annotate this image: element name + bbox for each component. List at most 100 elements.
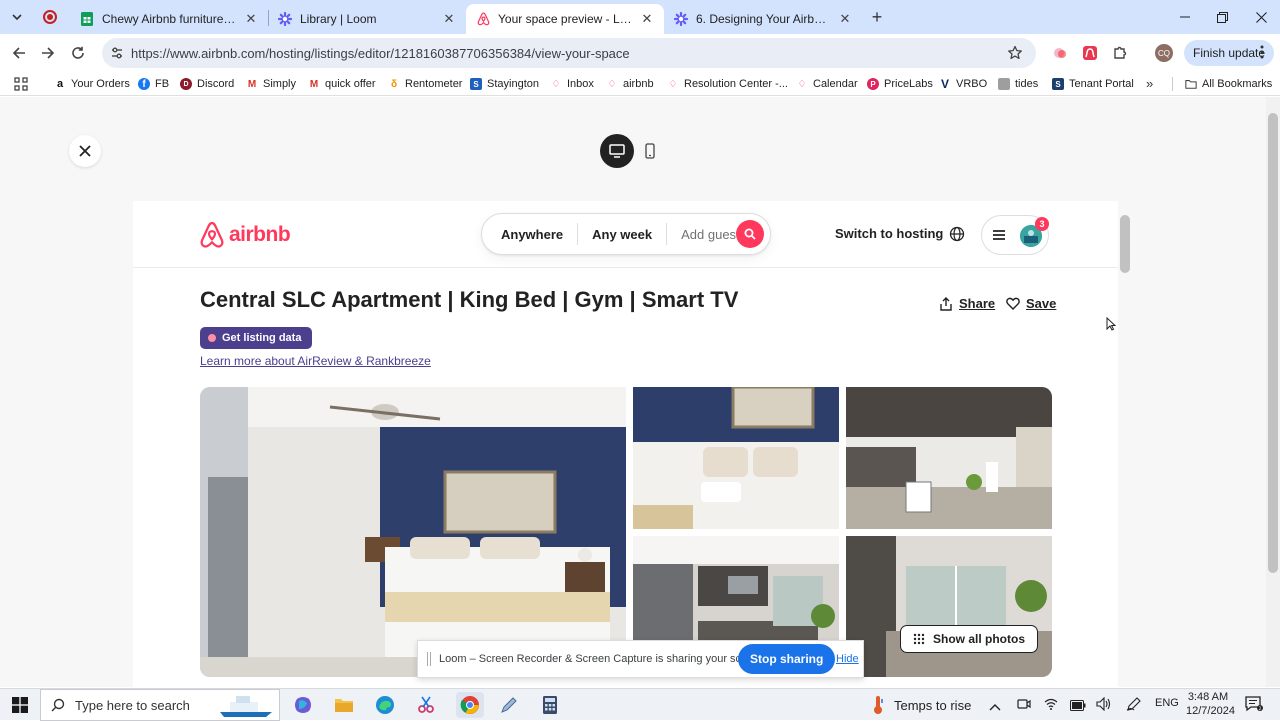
bookmark-tenant-portal[interactable]: S Tenant Portal <box>1052 75 1134 93</box>
bookmark-label: quick offer <box>325 78 376 90</box>
minimize-window-button[interactable] <box>1170 6 1200 28</box>
copilot-icon[interactable] <box>292 694 314 716</box>
wifi-icon[interactable] <box>1044 697 1058 716</box>
snipping-tool-icon[interactable] <box>415 694 437 716</box>
search-any-week[interactable]: Any week <box>578 227 666 242</box>
tab-loom-library[interactable]: Library | Loom ✕ <box>268 4 466 34</box>
listing-photo-bedroom[interactable] <box>200 387 626 677</box>
hide-sharing-bar-link[interactable]: Hide <box>836 653 859 665</box>
share-button[interactable]: Share <box>939 296 995 311</box>
stop-sharing-button[interactable]: Stop sharing <box>738 644 836 674</box>
kebab-menu-icon[interactable] <box>1260 45 1266 61</box>
bookmark-simply[interactable]: M Simply <box>246 75 296 93</box>
get-listing-data-button[interactable]: Get listing data <box>200 327 313 349</box>
bookmark-quick-offer[interactable]: Mquick offer <box>308 75 376 93</box>
pen-app-icon[interactable] <box>498 694 520 716</box>
all-bookmarks-folder[interactable]: All Bookmarks <box>1185 75 1272 93</box>
search-submit-button[interactable] <box>736 220 764 248</box>
tab-title: 6. Designing Your Airbnb for Success <box>696 12 830 26</box>
close-window-button[interactable] <box>1246 6 1276 28</box>
address-bar[interactable]: https://www.airbnb.com/hosting/listings/… <box>102 38 1036 68</box>
reload-button[interactable] <box>66 41 90 65</box>
site-info-icon[interactable] <box>110 46 124 60</box>
back-button[interactable] <box>7 41 31 65</box>
hamburger-menu-icon <box>992 228 1006 242</box>
tab-airbnb-preview[interactable]: Your space preview - Listing editor ✕ <box>466 4 664 34</box>
bookmark-stayington[interactable]: S Stayington <box>470 75 539 93</box>
edge-browser-icon[interactable] <box>374 694 396 716</box>
bookmark-inbox[interactable]: ♢ Inbox <box>550 75 594 93</box>
listing-title: Central SLC Apartment | King Bed | Gym |… <box>200 287 739 312</box>
listing-photo-kitchen[interactable] <box>846 387 1052 529</box>
save-button[interactable]: Save <box>1006 296 1056 311</box>
volume-icon[interactable] <box>1096 696 1112 716</box>
bookmark-calendar[interactable]: ♢ Calendar <box>796 75 858 93</box>
notification-center-icon[interactable]: 2 <box>1245 696 1263 717</box>
forward-button[interactable] <box>36 41 60 65</box>
loom-icon <box>674 12 688 26</box>
preview-scrollbar[interactable] <box>1118 201 1132 687</box>
tab-title: Your space preview - Listing editor <box>498 12 632 26</box>
page-scrollbar[interactable] <box>1266 97 1280 687</box>
bookmark-star-icon[interactable] <box>1007 45 1023 61</box>
chrome-browser-icon[interactable] <box>456 692 484 718</box>
folder-icon <box>1185 78 1197 90</box>
bookmark-pricelabs[interactable]: P PriceLabs <box>867 75 933 93</box>
airbnb-logo[interactable]: airbnb <box>199 221 291 249</box>
clock[interactable]: 3:48 AM 12/7/2024 <box>1186 690 1235 718</box>
tab-search-dropdown-button[interactable] <box>6 7 28 27</box>
page-scrollbar-thumb[interactable] <box>1268 113 1278 573</box>
bookmark-fb[interactable]: f FB <box>138 75 169 93</box>
amazon-icon: a <box>56 78 64 90</box>
bookmark-vrbo[interactable]: V VRBO <box>939 75 987 93</box>
bookmark-airbnb[interactable]: ♢ airbnb <box>606 75 654 93</box>
drag-handle-icon[interactable] <box>427 652 431 666</box>
bookmark-rentometer[interactable]: δ Rentometer <box>388 75 463 93</box>
listing-preview-frame: airbnb Anywhere Any week Add guests Swit… <box>133 201 1118 687</box>
pen-workspace-icon[interactable] <box>1126 697 1142 716</box>
language-indicator[interactable]: ENG <box>1155 697 1179 709</box>
bookmark-resolution-center[interactable]: ♢ Resolution Center -... <box>667 75 788 93</box>
url-text: https://www.airbnb.com/hosting/listings/… <box>131 45 630 61</box>
more-bookmarks-chevron-icon[interactable]: » <box>1146 76 1153 91</box>
tab-close-icon[interactable]: ✕ <box>244 11 258 27</box>
profile-menu-button[interactable]: 3 <box>981 215 1049 255</box>
tab-close-icon[interactable]: ✕ <box>442 11 456 27</box>
search-anywhere[interactable]: Anywhere <box>482 227 577 242</box>
meet-now-icon[interactable] <box>1017 697 1031 716</box>
windows-start-icon[interactable] <box>9 694 31 716</box>
tab-designing-airbnb[interactable]: 6. Designing Your Airbnb for Success ✕ <box>664 4 862 34</box>
listing-photo-bed-closeup[interactable] <box>633 387 839 529</box>
extension-icon[interactable] <box>1050 43 1070 63</box>
show-all-photos-button[interactable]: Show all photos <box>900 625 1038 653</box>
extensions-puzzle-icon[interactable] <box>1110 43 1130 63</box>
desktop-view-toggle[interactable] <box>600 134 634 168</box>
learn-more-link[interactable]: Learn more about AirReview & Rankbreeze <box>200 354 431 368</box>
file-explorer-icon[interactable] <box>333 694 355 716</box>
close-preview-button[interactable] <box>69 135 101 167</box>
taskbar-search-box[interactable]: Type here to search <box>40 689 280 721</box>
mobile-view-toggle[interactable] <box>638 138 662 164</box>
apps-grid-icon[interactable] <box>14 77 28 91</box>
listing-photo-living-room[interactable] <box>846 536 1052 677</box>
restore-window-button[interactable] <box>1207 6 1237 28</box>
bookmark-tides[interactable]: tides <box>998 75 1038 93</box>
search-highlight-image <box>216 694 276 718</box>
bookmark-discord[interactable]: D Discord <box>180 75 234 93</box>
new-tab-button[interactable]: + <box>867 7 887 27</box>
bookmark-your-orders[interactable]: a Your Orders <box>54 75 130 93</box>
tray-overflow-chevron-icon[interactable] <box>989 698 1001 716</box>
tab-chewy-sheet[interactable]: Chewy Airbnb furniture sheet.xlsx ✕ <box>70 4 268 34</box>
airbnb-search-bar[interactable]: Anywhere Any week Add guests <box>481 213 771 255</box>
profile-avatar[interactable]: CQ <box>1154 43 1174 63</box>
tab-close-icon[interactable]: ✕ <box>838 11 852 27</box>
calculator-icon[interactable] <box>539 694 561 716</box>
extension-icon[interactable] <box>1080 43 1100 63</box>
finish-update-button[interactable]: Finish update <box>1184 40 1274 66</box>
globe-icon[interactable] <box>948 225 966 243</box>
tab-close-icon[interactable]: ✕ <box>640 11 654 27</box>
battery-icon[interactable] <box>1070 698 1086 716</box>
switch-to-hosting-link[interactable]: Switch to hosting <box>835 226 943 241</box>
preview-scrollbar-thumb[interactable] <box>1120 215 1130 273</box>
weather-widget[interactable]: Temps to rise <box>872 695 971 715</box>
